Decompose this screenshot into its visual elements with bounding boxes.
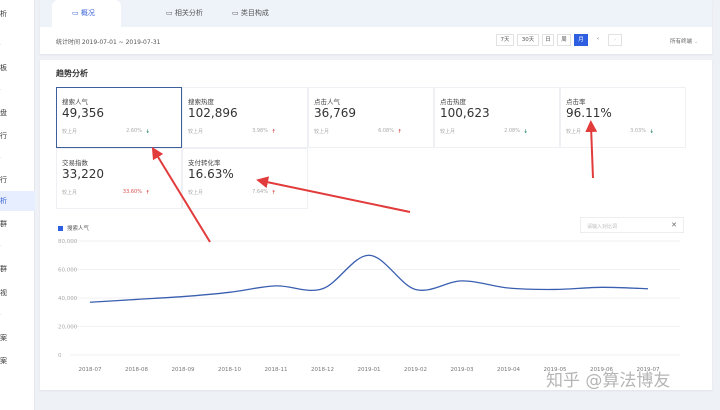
watermark: 知乎 @算法博友 [546, 371, 671, 391]
arrow-annotation [151, 146, 211, 243]
arrow-annotation [256, 176, 411, 213]
annotation-arrows [151, 120, 598, 243]
arrow-annotation [585, 120, 598, 179]
